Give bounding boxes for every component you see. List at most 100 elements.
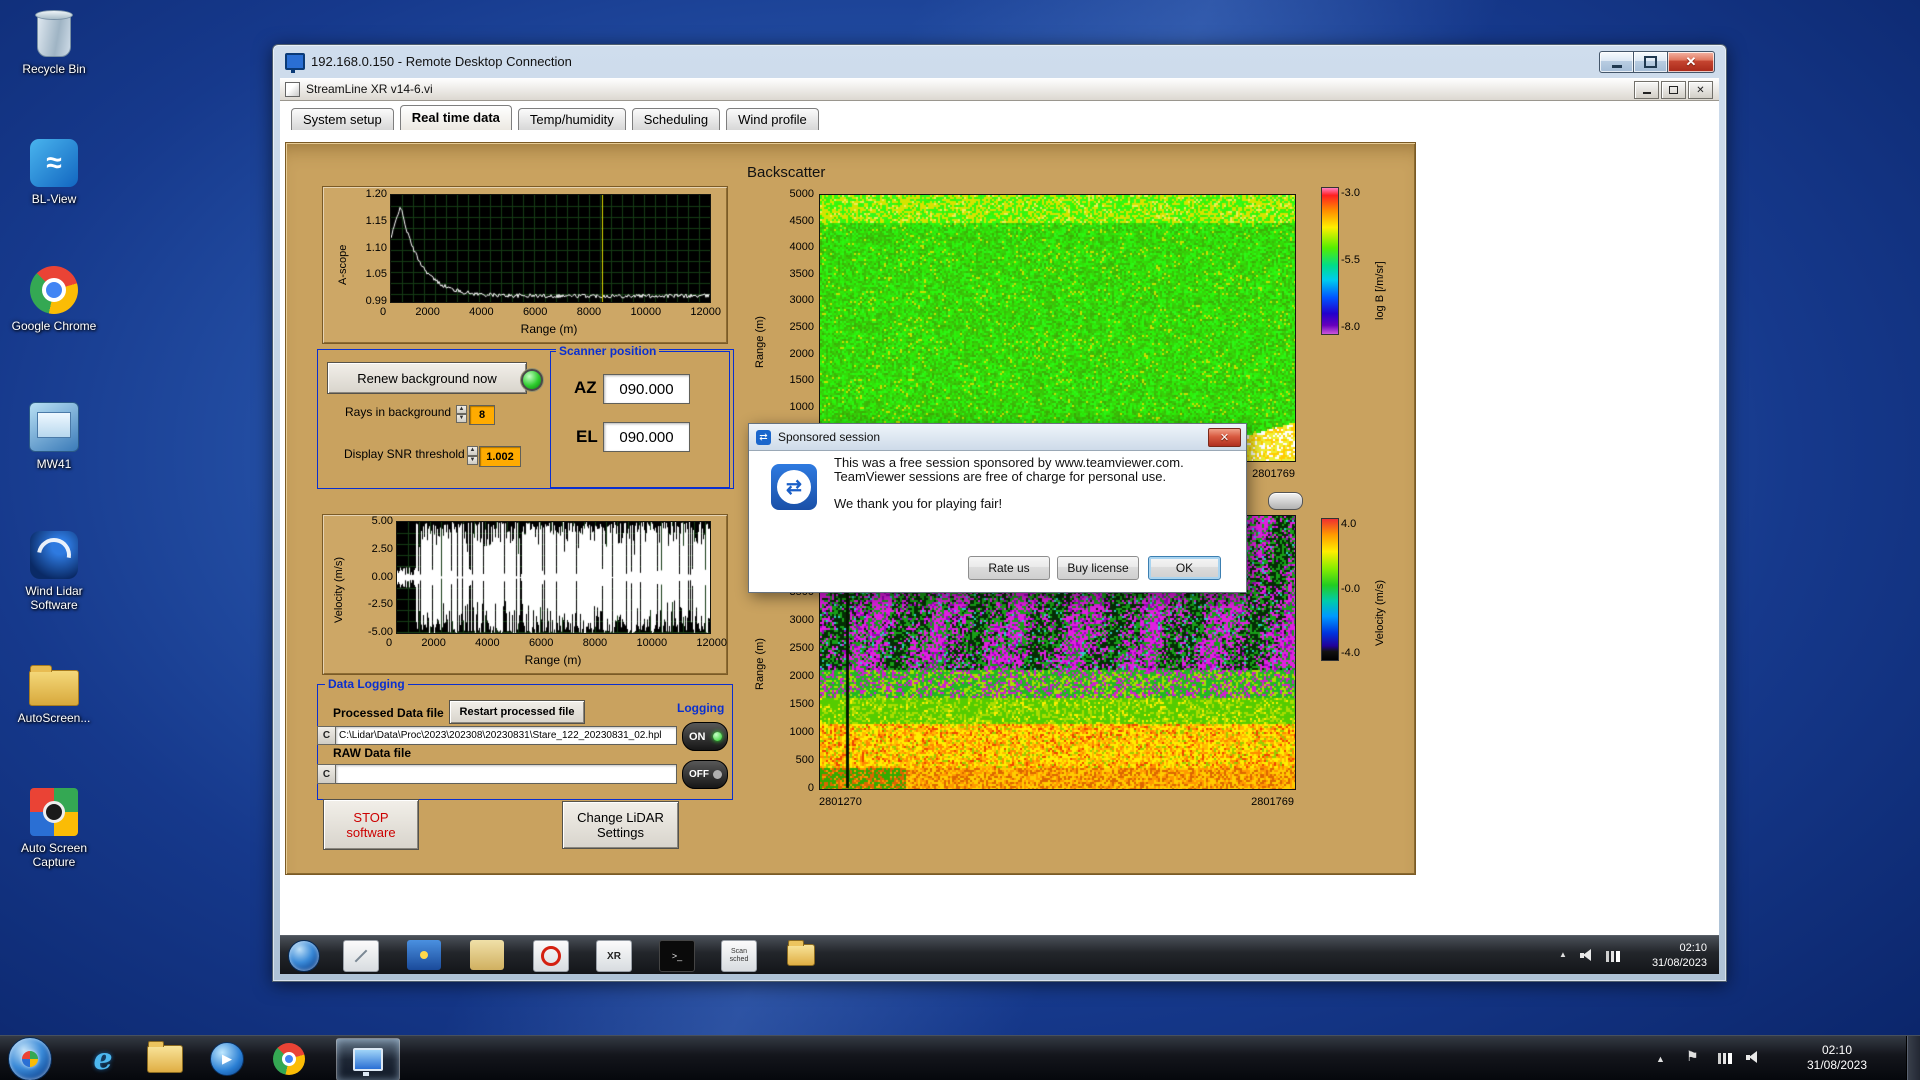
dialog-close-button[interactable]: ✕: [1208, 428, 1241, 447]
blue-app-icon[interactable]: [407, 940, 441, 970]
show-desktop-button[interactable]: [1906, 1036, 1920, 1080]
remote-start-button[interactable]: [288, 940, 320, 972]
tab-temp-humidity[interactable]: Temp/humidity: [517, 108, 626, 130]
xr-app-icon[interactable]: XR: [596, 940, 632, 972]
raw-logging-toggle[interactable]: OFF: [682, 760, 728, 789]
desktop-icon-bl-view[interactable]: ≈ BL-View: [2, 139, 106, 206]
restart-processed-file-button[interactable]: Restart processed file: [449, 700, 585, 724]
pen-app-icon[interactable]: [343, 940, 379, 972]
buy-license-button[interactable]: Buy license: [1057, 556, 1139, 580]
app-restore-button[interactable]: [1661, 81, 1686, 99]
app-minimize-button[interactable]: [1634, 81, 1659, 99]
axis-tick: 4000: [469, 306, 494, 318]
time-scroll-knob[interactable]: [1268, 492, 1303, 510]
scan-scheduler-icon[interactable]: Scan sched: [721, 940, 757, 972]
tray-clock[interactable]: 02:10 31/08/2023: [1782, 1043, 1892, 1073]
explorer-folder-icon[interactable]: [784, 940, 818, 970]
el-field[interactable]: 090.000: [603, 422, 690, 452]
backscatter-plot: [819, 194, 1296, 462]
dialog-text-line2: TeamViewer sessions are free of charge f…: [834, 469, 1167, 484]
start-button[interactable]: [8, 1037, 52, 1080]
rays-in-background-field[interactable]: 8: [469, 405, 495, 425]
tab-system-setup[interactable]: System setup: [291, 108, 394, 130]
media-player-icon[interactable]: ▶: [206, 1039, 248, 1079]
axis-tick: 8000: [582, 637, 608, 649]
rdp-titlebar: 192.168.0.150 - Remote Desktop Connectio…: [273, 45, 1726, 78]
rdp-taskbar-button[interactable]: [336, 1038, 400, 1080]
desktop-icon-label: MW41: [36, 457, 72, 471]
scanner-position-group: [550, 351, 730, 488]
app-window-title: StreamLine XR v14-6.vi: [306, 82, 433, 96]
app-close-button[interactable]: ✕: [1688, 81, 1713, 99]
axis-tick: 6000: [528, 637, 554, 649]
desktop-icon-auto-screen-capture[interactable]: Auto Screen Capture: [2, 788, 106, 869]
chrome-taskbar-icon[interactable]: [268, 1039, 310, 1079]
ok-button[interactable]: OK: [1148, 556, 1221, 580]
stop-software-button[interactable]: STOP software: [323, 799, 419, 850]
volume-icon[interactable]: [1746, 1050, 1762, 1064]
close-button[interactable]: ✕: [1667, 51, 1715, 73]
axis-tick: -3.0: [1341, 187, 1360, 199]
drive-button[interactable]: C: [317, 726, 336, 745]
axis-tick: 3000: [789, 294, 814, 307]
desktop-icon-recycle-bin[interactable]: Recycle Bin: [2, 10, 106, 76]
a-scope-widget: A-scope 1.20 1.15 1.10 1.05 0.99 0 2000 4000 60…: [323, 187, 727, 343]
raw-data-file-field[interactable]: [336, 764, 677, 784]
network-icon[interactable]: [1718, 1053, 1732, 1064]
velocity-scope-plot: [396, 521, 711, 634]
chrome-icon: [30, 266, 78, 314]
remote-taskbar: XR >_ Scan sched ▲ 02:10 31/08/2023: [280, 935, 1719, 974]
backscatter-colorbar-ticks: -3.0 -5.5 -8.0: [1341, 187, 1371, 333]
volume-icon[interactable]: [1580, 948, 1596, 962]
snr-threshold-field[interactable]: 1.002: [479, 446, 521, 467]
toggle-label: OFF: [689, 769, 709, 780]
remote-clock[interactable]: 02:10 31/08/2023: [1652, 941, 1707, 971]
velocity-scope-widget: Velocity (m/s) 5.00 2.50 0.00 -2.50 -5.00 02…: [323, 515, 727, 674]
desktop-icon-autoscreen[interactable]: AutoScreen...: [2, 660, 106, 725]
axis-tick: 1.20: [365, 188, 387, 200]
rays-spinner[interactable]: ▲ ▼: [456, 405, 467, 423]
mw41-icon: [29, 402, 79, 452]
rate-us-button[interactable]: Rate us: [968, 556, 1050, 580]
desktop-icon-google-chrome[interactable]: Google Chrome: [2, 266, 106, 333]
minimize-button[interactable]: [1599, 51, 1634, 73]
snr-spinner[interactable]: ▲ ▼: [467, 446, 478, 465]
hidden-icons-chevron-icon[interactable]: ▲: [1559, 950, 1567, 959]
console-icon[interactable]: >_: [659, 940, 695, 972]
teamviewer-logo-icon: ⇄: [771, 464, 817, 510]
action-center-flag-icon[interactable]: ⚑: [1686, 1048, 1699, 1065]
drive-button[interactable]: C: [317, 764, 336, 784]
processed-logging-toggle[interactable]: ON: [682, 722, 728, 751]
network-icon[interactable]: [1606, 951, 1620, 962]
bl-view-icon: ≈: [30, 139, 78, 187]
desktop-icon-wind-lidar[interactable]: Wind Lidar Software: [2, 531, 106, 612]
data-logging-title: Data Logging: [325, 677, 408, 691]
az-field[interactable]: 090.000: [603, 374, 690, 404]
desktop-icon-mw41[interactable]: MW41: [2, 402, 106, 471]
tab-real-time-data[interactable]: Real time data: [399, 105, 512, 130]
tab-wind-profile[interactable]: Wind profile: [726, 108, 819, 130]
change-lidar-settings-button[interactable]: Change LiDAR Settings: [562, 801, 679, 849]
internet-explorer-icon[interactable]: e: [82, 1039, 124, 1079]
clock-time: 02:10: [1821, 1043, 1853, 1057]
rdp-window: 192.168.0.150 - Remote Desktop Connectio…: [272, 44, 1727, 982]
maximize-button[interactable]: [1633, 51, 1668, 73]
app-titlebar: StreamLine XR v14-6.vi: [280, 78, 1719, 101]
power-off-icon[interactable]: [533, 940, 569, 972]
axis-tick: 0: [807, 782, 814, 794]
desktop-icon-label: Auto Screen Capture: [20, 841, 88, 869]
a-scope-xlabel: Range (m): [520, 322, 578, 336]
rdp-monitor-icon: [353, 1048, 383, 1076]
logging-label: Logging: [677, 701, 725, 715]
backscatter-x-max: 2801769: [1252, 468, 1295, 480]
windows-explorer-icon[interactable]: [144, 1039, 186, 1079]
hidden-icons-chevron-icon[interactable]: ▲: [1656, 1054, 1665, 1064]
processed-data-file-field[interactable]: C:\Lidar\Data\Proc\2023\202308\20230831\…: [336, 726, 677, 745]
tab-scheduling[interactable]: Scheduling: [631, 108, 721, 130]
renew-background-button[interactable]: Renew background now: [327, 362, 527, 394]
axis-tick: 8000: [576, 306, 602, 318]
clock-date: 31/08/2023: [1651, 957, 1707, 969]
axis-tick: 1000: [789, 726, 814, 738]
folder-app-icon[interactable]: [470, 940, 504, 970]
logging-off-led-icon: [713, 770, 722, 779]
